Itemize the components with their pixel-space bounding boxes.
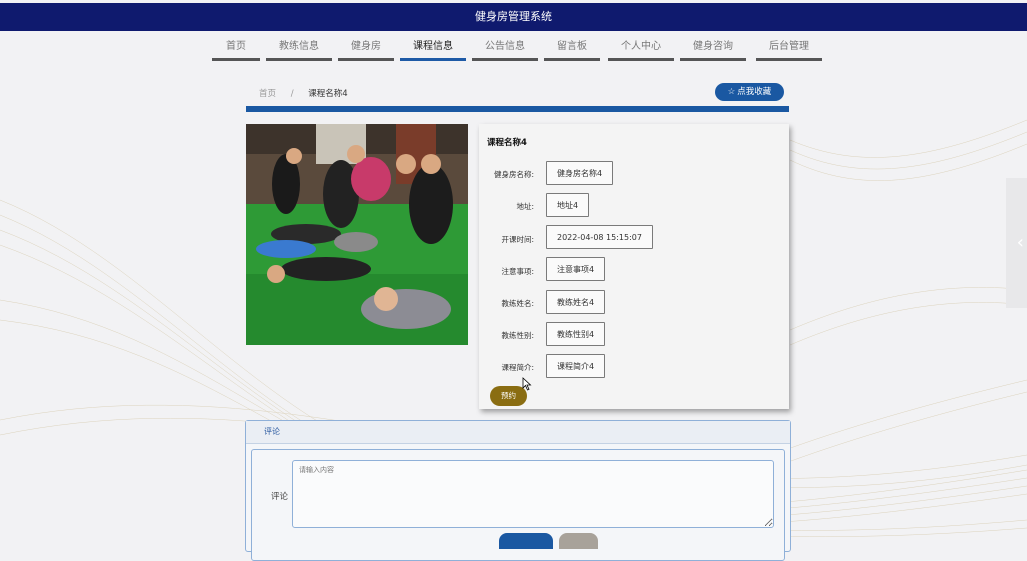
notes-value: 注意事项4 (546, 257, 606, 281)
course-intro-value: 课程简介4 (546, 354, 606, 378)
favorite-button[interactable]: ☆ 点我收藏 (715, 83, 784, 101)
chevron-left-icon: ‹ (1016, 232, 1024, 253)
nav-item-admin[interactable]: 后台管理 (756, 38, 822, 61)
breadcrumb-separator: / (290, 89, 294, 99)
reset-button[interactable] (559, 533, 598, 549)
address-label: 地址: (516, 202, 534, 211)
nav-item-coaches[interactable]: 教练信息 (266, 38, 332, 61)
submit-button[interactable] (499, 533, 553, 549)
breadcrumb-current: 课程名称4 (308, 89, 348, 99)
nav-item-fitness-consult[interactable]: 健身咨询 (680, 38, 746, 61)
star-icon: ☆ (727, 87, 736, 97)
mouse-cursor-icon (522, 377, 532, 391)
nav-item-home[interactable]: 首页 (212, 38, 260, 61)
nav-item-personal-center[interactable]: 个人中心 (608, 38, 674, 61)
coach-name-label: 教练姓名: (501, 299, 534, 308)
course-info-card: 课程名称4 健身房名称: 健身房名称4 地址: 地址4 开课时间: 2022-0… (479, 124, 789, 409)
comment-panel-header: 评论 (246, 421, 790, 444)
comment-textarea[interactable] (292, 460, 774, 528)
coach-name-value: 教练姓名4 (546, 290, 606, 314)
breadcrumb: 首页 / 课程名称4 (259, 87, 348, 99)
side-toggle-tab[interactable]: ‹ (1006, 178, 1027, 308)
notes-label: 注意事项: (501, 267, 534, 276)
gym-name-label: 健身房名称: (493, 170, 534, 179)
section-divider (246, 106, 789, 112)
comment-panel: 评论 评论 (245, 420, 791, 561)
breadcrumb-home[interactable]: 首页 (259, 89, 276, 99)
favorite-button-label: 点我收藏 (737, 87, 772, 97)
nav-item-gyms[interactable]: 健身房 (338, 38, 394, 61)
comment-field-label: 评论 (271, 492, 289, 502)
gym-name-value: 健身房名称4 (546, 161, 614, 185)
start-time-value: 2022-04-08 15:15:07 (546, 225, 653, 249)
nav-item-message-board[interactable]: 留言板 (544, 38, 600, 61)
course-title: 课程名称4 (487, 138, 527, 148)
app-title-bar: 健身房管理系统 (0, 3, 1027, 31)
coach-gender-label: 教练性别: (501, 331, 534, 340)
start-time-label: 开课时间: (501, 235, 534, 244)
nav-item-announcements[interactable]: 公告信息 (472, 38, 538, 61)
course-intro-label: 课程简介: (501, 363, 534, 372)
comment-form: 评论 (251, 449, 785, 561)
course-photo (246, 124, 468, 345)
coach-gender-value: 教练性别4 (546, 322, 606, 346)
app-title: 健身房管理系统 (475, 10, 552, 23)
nav-item-courses[interactable]: 课程信息 (400, 38, 466, 61)
address-value: 地址4 (546, 193, 590, 217)
